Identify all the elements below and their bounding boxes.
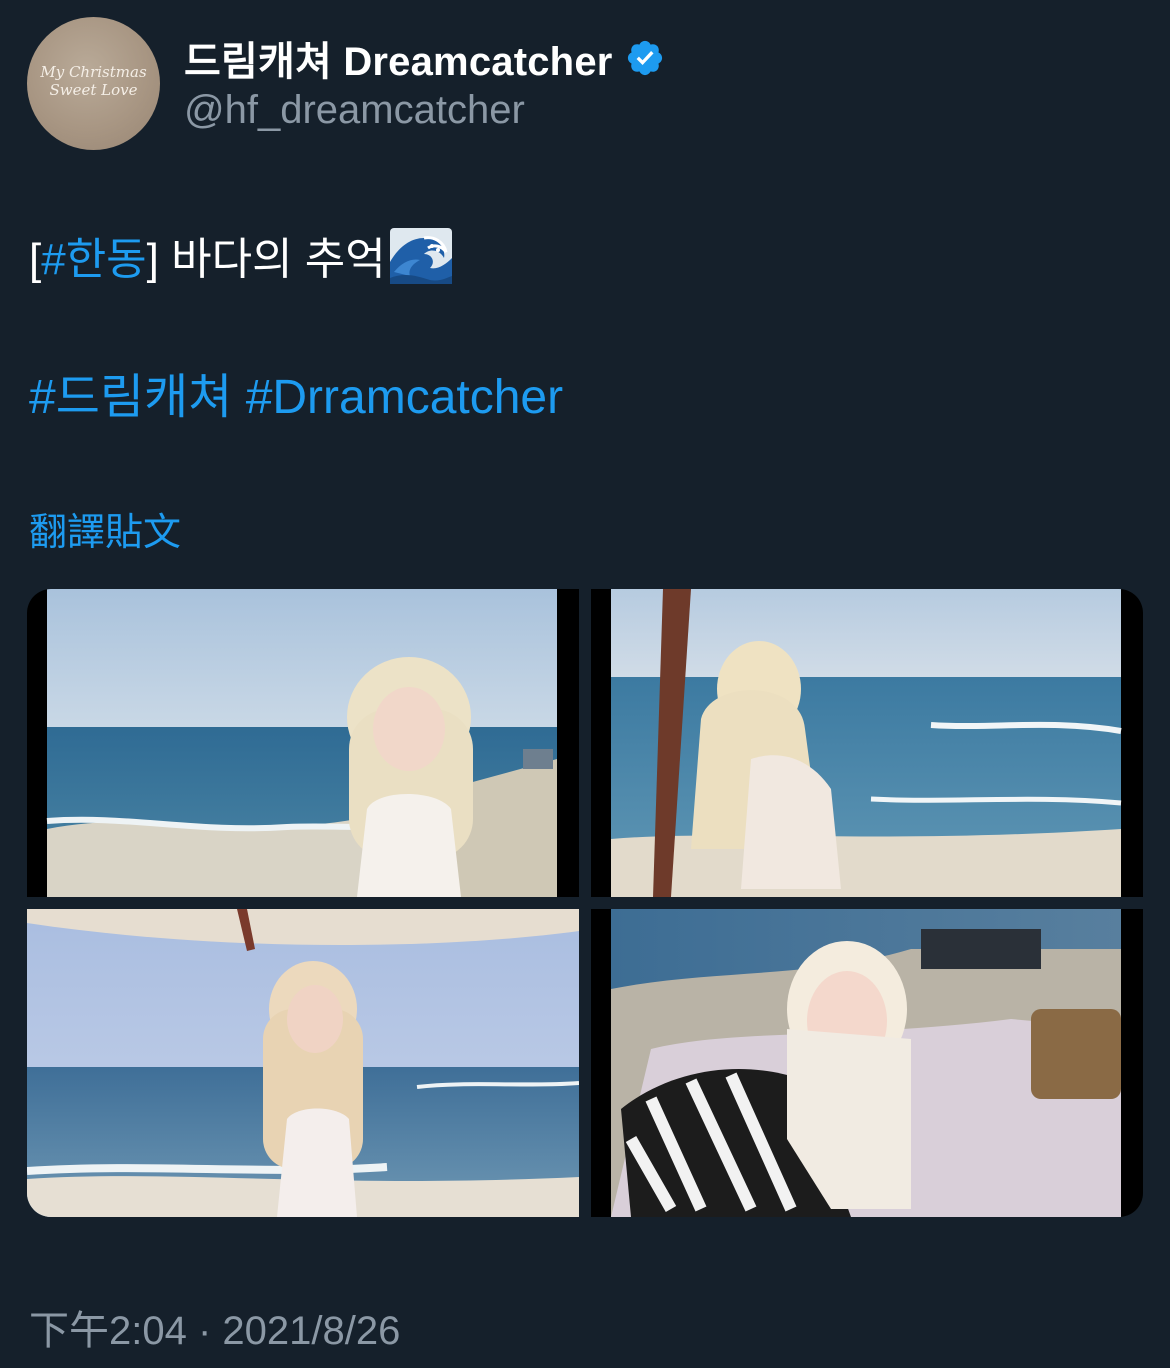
hashtag-drramcatcher[interactable]: #Drramcatcher [246, 371, 563, 424]
tweet-text: [#한동] 바다의 추억 [29, 228, 452, 290]
avatar-text-line-2: Sweet Love [49, 81, 138, 99]
photo-2[interactable] [591, 589, 1143, 897]
display-name[interactable]: 드림캐쳐 Dreamcatcher [184, 29, 613, 87]
photo-4[interactable] [591, 909, 1143, 1217]
hashtag-dreamcatcher-korean[interactable]: #드림캐쳐 [29, 371, 232, 424]
hashtags-line: #드림캐쳐 #Drramcatcher [29, 368, 563, 428]
avatar-logo-text: My Christmas Sweet Love [27, 63, 160, 99]
author-name-row[interactable]: 드림캐쳐 Dreamcatcher [184, 30, 665, 86]
author-handle[interactable]: @hf_dreamcatcher [184, 88, 525, 133]
open-bracket: [ [29, 235, 42, 284]
hashtag-handong[interactable]: #한동 [41, 235, 146, 284]
avatar-text-line-1: My Christmas [40, 63, 147, 81]
translate-post-link[interactable]: 翻譯貼文 [29, 508, 181, 558]
close-bracket: ] [146, 235, 159, 284]
media-grid [27, 589, 1143, 1217]
water-wave-icon [389, 228, 452, 284]
verified-badge-icon [627, 40, 662, 76]
tweet-body-text: 바다의 추억 [158, 235, 386, 284]
photo-1[interactable] [27, 589, 579, 897]
avatar[interactable]: My Christmas Sweet Love [27, 17, 160, 150]
photo-3[interactable] [27, 909, 579, 1217]
tweet-timestamp[interactable]: 下午2:04 · 2021/8/26 [29, 1298, 400, 1356]
